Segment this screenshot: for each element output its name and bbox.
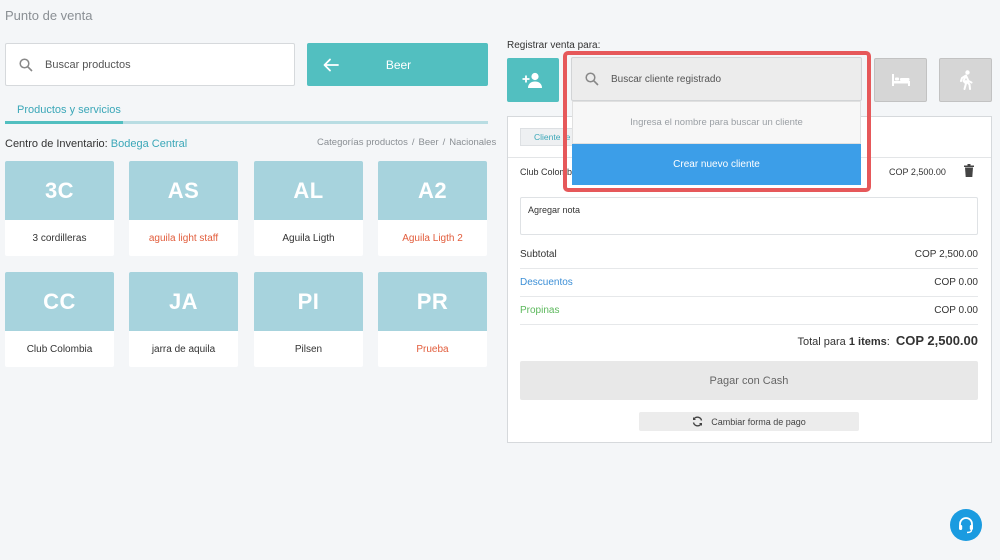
product-code: JA: [129, 272, 238, 331]
note-field[interactable]: [520, 197, 978, 235]
product-code: AL: [254, 161, 363, 220]
breadcrumb: Categorías productos / Beer / Nacionales: [317, 137, 497, 148]
total-items: 1 items: [848, 336, 887, 348]
discounts-link[interactable]: Descuentos: [520, 277, 573, 288]
inventory-link[interactable]: Bodega Central: [111, 138, 187, 150]
divider: [520, 268, 978, 269]
tips-link[interactable]: Propinas: [520, 305, 559, 316]
client-search-box[interactable]: [571, 57, 862, 101]
product-name: 3 cordilleras: [32, 232, 87, 244]
breadcrumb-item[interactable]: Categorías productos: [317, 137, 408, 148]
room-button[interactable]: [874, 58, 927, 102]
product-name: Aguila Ligth 2: [402, 232, 463, 244]
note-input[interactable]: [521, 198, 977, 234]
product-name: Pilsen: [294, 343, 323, 355]
page-title: Punto de venta: [5, 8, 93, 23]
headset-icon: [959, 517, 973, 534]
category-button-label: Beer: [385, 57, 412, 72]
tips-value: COP 0.00: [934, 305, 978, 316]
total-colon: :: [886, 336, 890, 348]
product-search-box[interactable]: [5, 43, 295, 86]
product-card[interactable]: AS aguila light staff: [129, 161, 238, 256]
product-code: PR: [378, 272, 487, 331]
product-code: CC: [5, 272, 114, 331]
client-search-input[interactable]: [611, 73, 841, 85]
pay-button[interactable]: Pagar con Cash: [520, 361, 978, 400]
client-search-dropdown: Ingresa el nombre para buscar un cliente…: [572, 101, 861, 185]
product-card[interactable]: A2 Aguila Ligth 2: [378, 161, 487, 256]
walking-icon: [959, 70, 972, 90]
product-name: Prueba: [416, 343, 449, 355]
subtotal-value: COP 2,500.00: [914, 249, 978, 260]
bed-icon: [891, 74, 910, 86]
breadcrumb-item[interactable]: Beer: [418, 137, 438, 148]
product-card[interactable]: AL Aguila Ligth: [254, 161, 363, 256]
add-user-icon: [522, 72, 542, 88]
client-tab[interactable]: Cliente re: [520, 128, 580, 146]
change-payment-label: Cambiar forma de pago: [711, 416, 806, 427]
change-payment-button[interactable]: Cambiar forma de pago: [639, 412, 859, 431]
tab-products-services[interactable]: Productos y servicios: [17, 104, 121, 116]
product-name: jarra de aquila: [151, 343, 216, 355]
inventory-label: Centro de Inventario:: [5, 138, 111, 150]
cart-item-name: Club Colomb: [520, 167, 573, 177]
create-client-button[interactable]: Crear nuevo cliente: [572, 144, 861, 185]
search-icon: [585, 72, 599, 86]
product-name: Club Colombia: [26, 343, 93, 355]
category-back-button[interactable]: Beer: [307, 43, 488, 86]
product-card[interactable]: 3C 3 cordilleras: [5, 161, 114, 256]
product-card[interactable]: PR Prueba: [378, 272, 487, 367]
walk-in-button[interactable]: [939, 58, 992, 102]
product-search-input[interactable]: [45, 58, 265, 71]
total-value: COP 2,500.00: [895, 333, 978, 348]
divider: [520, 296, 978, 297]
dropdown-hint: Ingresa el nombre para buscar un cliente: [572, 101, 861, 144]
tab-underline-active: [5, 121, 123, 124]
product-name: Aguila Ligth: [282, 232, 335, 244]
product-card[interactable]: CC Club Colombia: [5, 272, 114, 367]
arrow-left-icon: [323, 58, 339, 71]
subtotal-label: Subtotal: [520, 249, 557, 260]
cart-item-price: COP 2,500.00: [889, 167, 946, 177]
support-button[interactable]: [950, 509, 982, 541]
discounts-value: COP 0.00: [934, 277, 978, 288]
product-code: 3C: [5, 161, 114, 220]
product-code: AS: [129, 161, 238, 220]
product-code: PI: [254, 272, 363, 331]
delete-item-button[interactable]: [964, 164, 974, 182]
inventory-center: Centro de Inventario: Bodega Central: [5, 138, 187, 150]
divider: [520, 324, 978, 325]
product-card[interactable]: JA jarra de aquila: [129, 272, 238, 367]
product-code: A2: [378, 161, 487, 220]
search-icon: [19, 57, 33, 72]
product-name: aguila light staff: [148, 232, 219, 244]
total-prefix: Total para: [797, 336, 849, 348]
trash-icon: [964, 164, 974, 177]
register-sale-label: Registrar venta para:: [507, 40, 601, 51]
total-line: Total para 1 items: COP 2,500.00: [797, 333, 978, 348]
breadcrumb-item[interactable]: Nacionales: [449, 137, 496, 148]
refresh-icon: [693, 416, 703, 427]
add-client-button[interactable]: [507, 58, 559, 102]
product-card[interactable]: PI Pilsen: [254, 272, 363, 367]
